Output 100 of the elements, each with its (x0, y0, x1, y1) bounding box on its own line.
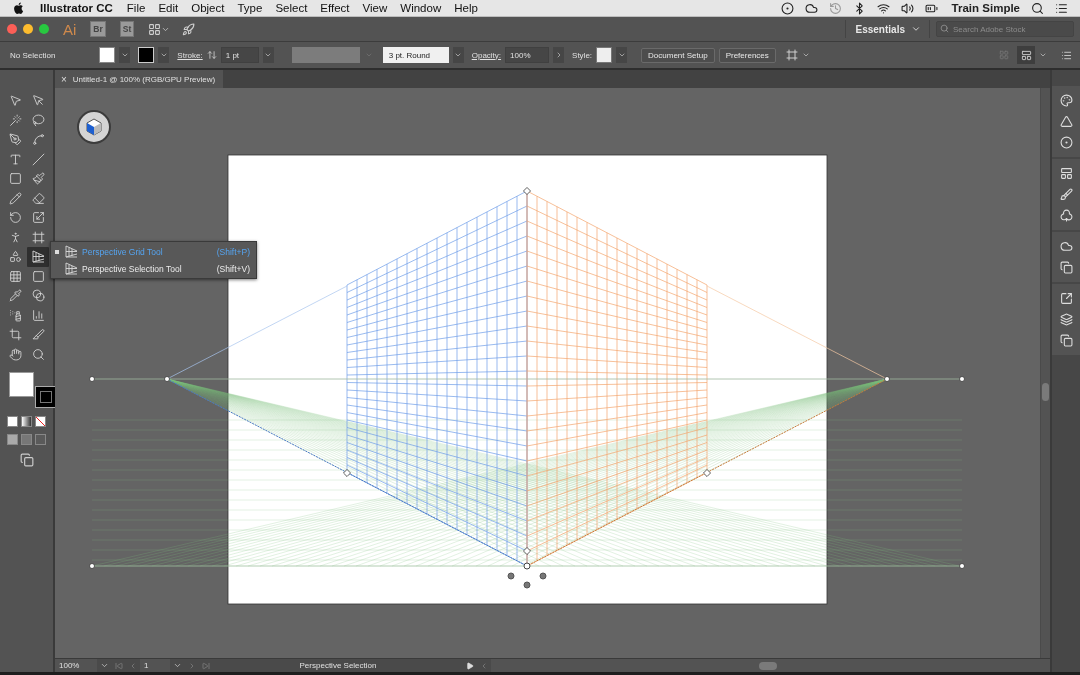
artboards-icon[interactable] (1059, 334, 1073, 347)
opacity-label[interactable]: Opacity: (471, 50, 502, 60)
stroke-label[interactable]: Stroke: (177, 50, 203, 60)
caret-icon (617, 51, 626, 59)
search-icon (940, 24, 949, 33)
workspace-switcher[interactable]: Essentials (844, 20, 930, 38)
menu-item[interactable]: Select (275, 2, 308, 14)
eyedropper-icon (8, 289, 22, 303)
menu-item[interactable]: Type (237, 2, 263, 14)
opacity-slider-button[interactable] (553, 47, 565, 63)
zoom-icon (31, 347, 45, 361)
stroke-weight-field[interactable]: 1 pt (220, 47, 259, 63)
caret-icon (264, 51, 273, 59)
zoom-window-button[interactable] (39, 24, 49, 34)
perspective-tool-icon (65, 245, 78, 258)
caret-icon (120, 51, 129, 59)
menu-item[interactable]: View (362, 2, 388, 14)
wifi-icon[interactable] (876, 1, 890, 15)
history-icon[interactable] (828, 1, 842, 15)
curvature-pen-icon (31, 133, 45, 147)
grid-handle[interactable] (523, 187, 531, 195)
shape-builder-icon (8, 250, 22, 264)
arrange-documents-icon[interactable] (148, 22, 162, 36)
palette-icon[interactable] (1059, 94, 1073, 107)
stroke-color-swatch[interactable] (34, 386, 57, 408)
free-transform-icon (31, 230, 45, 244)
horizontal-scrollbar[interactable] (491, 659, 1050, 672)
toolbar-button[interactable]: Document Setup (641, 47, 715, 63)
panel-menu-icon[interactable] (1061, 49, 1072, 61)
color-mode-button[interactable] (7, 416, 18, 427)
triangle-icon[interactable] (1059, 115, 1073, 128)
apple-icon (14, 2, 24, 14)
transform-icon[interactable] (785, 49, 798, 61)
menu-item[interactable]: File (126, 2, 146, 14)
direct-selection-arrow-icon (31, 94, 45, 108)
grid-handle[interactable] (89, 376, 95, 382)
grid-handle[interactable] (884, 376, 890, 382)
plane-switching-widget[interactable] (77, 110, 111, 144)
caret-icon (1039, 51, 1047, 59)
target-icon[interactable] (1059, 136, 1073, 149)
close-window-button[interactable] (7, 24, 17, 34)
bar-graph-icon (31, 308, 45, 322)
stepper-icon[interactable] (206, 50, 217, 60)
stock-button[interactable]: St (119, 21, 135, 37)
grid-handle[interactable] (89, 563, 95, 569)
perspective-grid-tool-button[interactable] (27, 247, 49, 267)
user-name[interactable]: Train Simple (951, 2, 1020, 14)
fill-swatch[interactable] (99, 47, 116, 63)
cloud-icon[interactable] (1059, 240, 1073, 253)
play-icon[interactable] (466, 661, 474, 670)
overlapping-squares-icon[interactable] (1059, 261, 1073, 274)
club-icon[interactable] (1059, 209, 1073, 222)
style-swatch[interactable] (596, 47, 613, 63)
hand-icon (8, 347, 22, 361)
document-title: Untitled-1 @ 100% (RGB/GPU Preview) (72, 74, 216, 84)
app-name[interactable]: Illustrator CC (40, 2, 113, 14)
grid-handle[interactable] (703, 469, 711, 477)
screen-mode-icon[interactable] (19, 453, 34, 467)
vertical-scrollbar[interactable] (1040, 88, 1050, 658)
none-mode-button[interactable] (35, 416, 46, 427)
list-icon[interactable] (1055, 1, 1068, 15)
menu-item[interactable]: Help (454, 2, 478, 14)
cloud-icon[interactable] (804, 1, 818, 15)
search-icon[interactable] (1031, 1, 1044, 15)
grid-handle[interactable] (164, 376, 170, 382)
export-icon[interactable] (1059, 292, 1073, 305)
stroke-swatch[interactable] (138, 47, 155, 63)
knife-icon (31, 328, 45, 342)
document-tab[interactable]: × Untitled-1 @ 100% (RGB/GPU Preview) (55, 70, 224, 88)
perspective-tool-icon (65, 262, 78, 275)
opacity-field[interactable]: 100% (505, 47, 550, 63)
menu-item[interactable]: Object (191, 2, 225, 14)
gradient-mode-button[interactable] (21, 416, 32, 427)
close-tab-button[interactable]: × (61, 73, 67, 85)
cube-icon (84, 117, 104, 137)
brush-icon[interactable] (1059, 188, 1073, 201)
type-icon (8, 152, 22, 166)
line-icon (31, 152, 45, 166)
menu-item[interactable]: Window (400, 2, 442, 14)
artboard-field[interactable]: 1 (140, 659, 170, 672)
layers-icon[interactable] (1059, 313, 1073, 326)
menu-item[interactable]: Effect (320, 2, 350, 14)
caret-icon (100, 661, 109, 670)
caret-icon (454, 51, 463, 59)
minimize-window-button[interactable] (23, 24, 33, 34)
grid-handle[interactable] (959, 563, 965, 569)
grid-handle[interactable] (959, 376, 965, 382)
brush-definition-field[interactable]: 3 pt. Round (382, 47, 449, 63)
grid-handle[interactable] (343, 469, 351, 477)
magic-wand-icon (8, 113, 22, 127)
zoom-field[interactable]: 100% (55, 659, 97, 672)
fill-color-swatch[interactable] (8, 372, 34, 397)
toolbar-button[interactable]: Preferences (718, 47, 776, 63)
menu-item[interactable]: Edit (158, 2, 179, 14)
rocket-icon[interactable] (182, 22, 196, 36)
style-label: Style: (572, 50, 593, 60)
volume-icon[interactable] (900, 1, 914, 15)
align-button[interactable] (1017, 46, 1035, 64)
menu-item[interactable]: Perspective Selection Tool (Shift+V) (55, 260, 250, 277)
gradient-icon (31, 269, 45, 283)
